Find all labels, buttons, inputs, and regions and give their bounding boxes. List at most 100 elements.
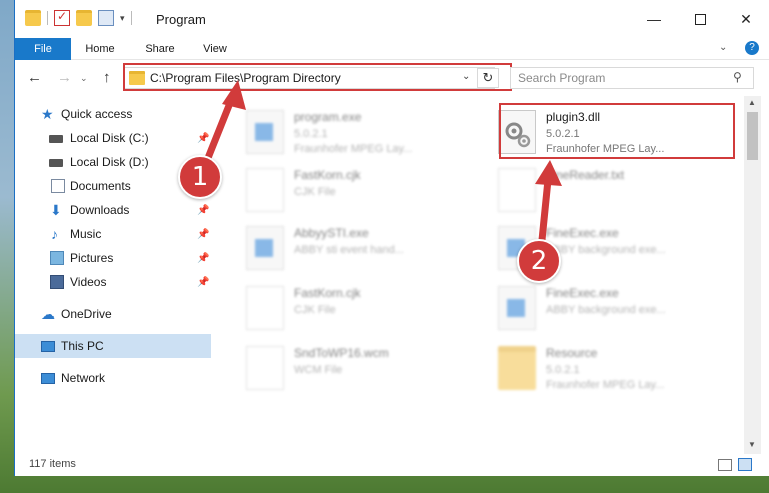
folder-item-resource[interactable]: Resource 5.0.2.1 Fraunhofer MPEG Lay... [490,340,730,396]
new-folder-icon[interactable] [76,10,92,26]
vertical-scrollbar[interactable]: ▲ ▼ [744,96,761,454]
tab-view[interactable]: View [201,38,229,60]
file-name: Resource [546,346,598,360]
file-name: FastKorn.cjk [294,168,361,182]
pin-icon: 📌 [197,276,210,288]
maximize-button[interactable] [677,0,723,38]
file-item-program-exe[interactable]: program.exe 5.0.2.1 Fraunhofer MPEG Lay.… [238,104,478,160]
videos-icon [50,275,64,289]
ribbon-tabs: File Home Share View ⌄ ? [15,38,769,60]
sidebar-item-videos[interactable]: Videos 📌 [15,270,211,294]
navigation-bar: ← → ⌄ ↑ C:\Program Files\Program Directo… [15,61,769,95]
address-highlight-box [123,63,512,91]
sidebar-item-label: This PC [61,339,104,353]
exe-icon [246,226,284,270]
star-icon: ★ [41,106,54,122]
divider [130,11,132,25]
file-list: program.exe 5.0.2.1 Fraunhofer MPEG Lay.… [212,96,744,454]
sidebar-item-this-pc[interactable]: This PC [15,334,211,358]
network-icon [41,372,55,384]
navigation-pane: ★ Quick access Local Disk (C:) 📌 Local D… [15,96,211,454]
back-button[interactable]: ← [27,69,42,86]
sidebar-item-pictures[interactable]: Pictures 📌 [15,246,211,270]
step-1-callout: 1 [178,155,222,199]
pictures-icon [50,251,64,265]
forward-button[interactable]: → [57,69,72,86]
pin-icon: 📌 [197,228,210,240]
file-type: CJK File [294,304,336,316]
folder-icon [25,10,41,26]
close-button[interactable]: ✕ [723,0,769,38]
properties-check-icon[interactable] [54,9,70,26]
recent-locations-button[interactable]: ⌄ [80,73,88,84]
file-item-finereader-txt[interactable]: FineReader.txt [490,162,730,218]
file-type: Fraunhofer MPEG Lay... [546,379,665,391]
tab-home[interactable]: Home [75,38,125,60]
tab-share[interactable]: Share [141,38,179,60]
view-properties-icon[interactable] [98,10,114,26]
quick-access-toolbar: ▾ [25,9,132,26]
sidebar-item-music[interactable]: ♪ Music 📌 [15,222,211,246]
help-icon[interactable]: ? [745,41,759,55]
sidebar-item-label: Local Disk (D:) [70,155,149,169]
tab-file[interactable]: File [15,38,71,60]
file-name: FineReader.txt [546,168,625,182]
sidebar-item-label: Downloads [70,203,130,217]
search-box[interactable]: Search Program ⚲ [510,67,754,89]
drive-icon [49,135,63,143]
file-name: FastKorn.cjk [294,286,361,300]
file-icon [246,286,284,330]
customize-toolbar-icon[interactable]: ▾ [120,13,125,24]
sidebar-item-label: Quick access [61,107,133,121]
search-icon: ⚲ [733,70,742,84]
sidebar-item-downloads[interactable]: ⬇ Downloads 📌 [15,198,211,222]
file-item-fastkorn-cjk-2[interactable]: FastKorn.cjk CJK File [238,280,478,336]
title-bar: ▾ Program — ✕ [15,0,769,38]
scroll-up-icon[interactable]: ▲ [748,98,756,107]
file-item-sndtowp16-wcm[interactable]: SndToWP16.wcm WCM File [238,340,478,396]
file-item-abbyysti-exe[interactable]: AbbyySTI.exe ABBY sti event hand... [238,220,478,276]
file-type: WCM File [294,364,343,376]
file-icon [246,346,284,390]
cloud-icon: ☁ [41,306,55,322]
file-type: CJK File [294,186,336,198]
sidebar-item-quick-access[interactable]: ★ Quick access [15,102,211,126]
large-icons-view-icon[interactable] [738,458,752,471]
item-count: 117 items [29,458,76,470]
file-name: SndToWP16.wcm [294,346,389,360]
sidebar-item-label: Local Disk (C:) [70,131,149,145]
sidebar-item-label: Pictures [70,251,114,265]
step-2-callout: 2 [517,239,561,283]
sidebar-item-label: Music [70,227,102,241]
file-type: ABBY background exe... [546,304,666,316]
details-view-icon[interactable] [718,459,732,471]
sidebar-item-local-disk-c[interactable]: Local Disk (C:) 📌 [15,126,211,150]
music-icon: ♪ [51,226,58,242]
up-button[interactable]: ↑ [103,69,111,86]
explorer-window: ▾ Program — ✕ File Home Share View ⌄ ? ←… [14,0,769,476]
sidebar-item-label: OneDrive [61,307,112,321]
scrollbar-thumb[interactable] [747,112,758,160]
pin-icon: 📌 [197,252,210,264]
exe-icon [498,286,536,330]
document-icon [51,179,65,193]
status-bar: 117 items [15,454,769,476]
file-type: Fraunhofer MPEG Lay... [294,143,413,155]
file-item-fastkorn-cjk[interactable]: FastKorn.cjk CJK File [238,162,478,218]
file-type: ABBY sti event hand... [294,244,404,256]
file-name: FineExec.exe [546,286,619,300]
file-version: 5.0.2.1 [294,128,328,140]
scroll-down-icon[interactable]: ▼ [748,440,756,449]
search-input[interactable]: Search Program [518,71,605,85]
expand-ribbon-icon[interactable]: ⌄ [719,42,727,53]
sidebar-item-network[interactable]: Network [15,366,211,390]
download-icon: ⬇ [50,202,62,218]
computer-icon [41,340,55,352]
file-item-fineexec-exe-2[interactable]: FineExec.exe ABBY background exe... [490,280,730,336]
file-name: AbbyySTI.exe [294,226,369,240]
sidebar-item-label: Videos [70,275,107,289]
minimize-button[interactable]: — [631,0,677,38]
file-type: ABBY background exe... [546,244,666,256]
sidebar-item-onedrive[interactable]: ☁ OneDrive [15,302,211,326]
pin-icon: 📌 [197,204,210,216]
